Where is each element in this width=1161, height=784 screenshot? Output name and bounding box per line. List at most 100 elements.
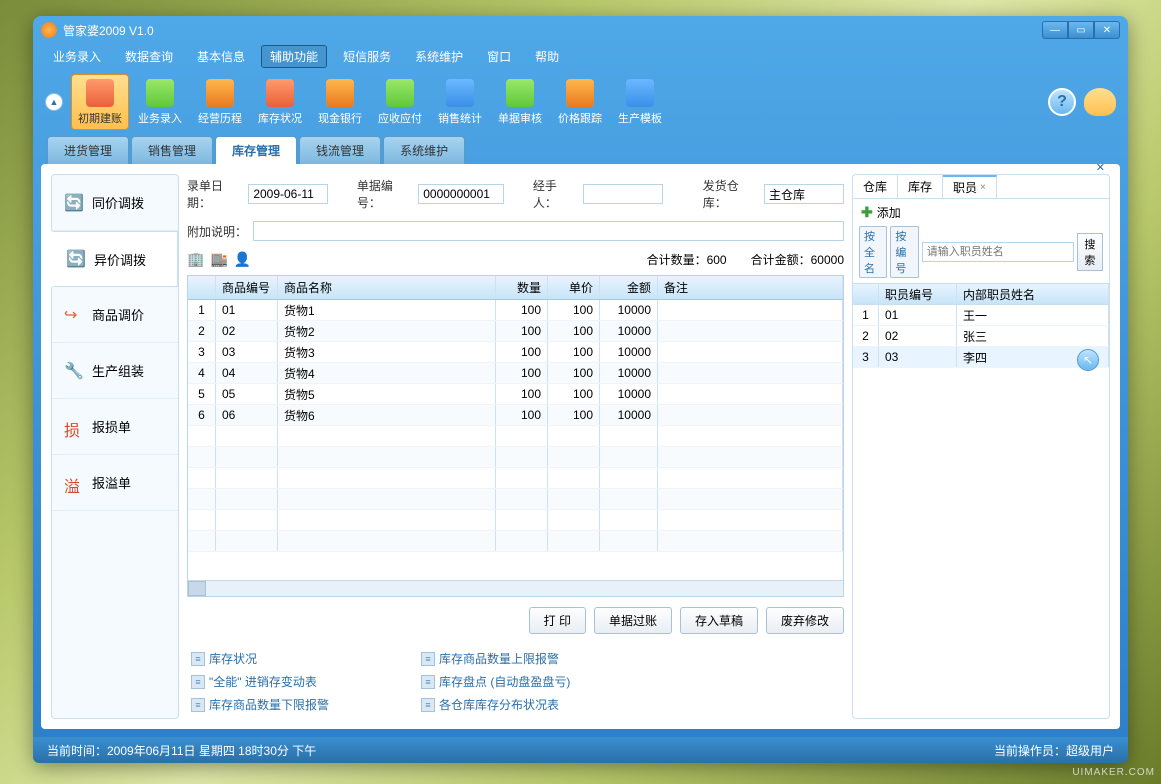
col-note[interactable]: 备注 bbox=[658, 276, 843, 299]
menu-3[interactable]: 辅助功能 bbox=[261, 45, 327, 68]
grid-row-empty[interactable] bbox=[188, 468, 843, 489]
menu-2[interactable]: 基本信息 bbox=[189, 46, 253, 67]
note-label: 附加说明： bbox=[187, 223, 247, 240]
sidebar-item-1[interactable]: 🔄异价调拨 bbox=[51, 231, 178, 287]
add-button[interactable]: ✚ 添加 bbox=[853, 199, 1109, 226]
grid-row[interactable]: 404货物410010010000 bbox=[188, 363, 843, 384]
toolbar-icon-7 bbox=[506, 79, 534, 107]
docno-input[interactable] bbox=[418, 184, 504, 204]
link-icon: ≡ bbox=[191, 698, 205, 712]
toolbar-collapse-icon[interactable]: ▲ bbox=[45, 93, 63, 111]
staff-row[interactable]: 303李四 bbox=[853, 347, 1109, 368]
link-2[interactable]: ≡"全能" 进销存变动表 bbox=[191, 673, 381, 690]
grid-row-empty[interactable] bbox=[188, 531, 843, 552]
toolbar-icon-2 bbox=[206, 79, 234, 107]
staff-row[interactable]: 202张三 bbox=[853, 326, 1109, 347]
grid-row[interactable]: 606货物610010010000 bbox=[188, 405, 843, 426]
menu-6[interactable]: 窗口 bbox=[479, 46, 519, 67]
right-tab-0[interactable]: 仓库 bbox=[853, 175, 898, 198]
right-tab-1[interactable]: 库存 bbox=[898, 175, 943, 198]
menu-5[interactable]: 系统维护 bbox=[407, 46, 471, 67]
col-price[interactable]: 单价 bbox=[548, 276, 600, 299]
col-amt[interactable]: 金额 bbox=[600, 276, 658, 299]
toolbar-5[interactable]: 应收应付 bbox=[371, 74, 429, 130]
tab-close-icon[interactable]: × bbox=[980, 182, 986, 193]
sidebar-item-4[interactable]: 损报损单 bbox=[52, 399, 178, 455]
toolbar-6[interactable]: 销售统计 bbox=[431, 74, 489, 130]
main-tab-4[interactable]: 系统维护 bbox=[383, 136, 465, 164]
sidebar-item-5[interactable]: 溢报溢单 bbox=[52, 455, 178, 511]
total-qty-value: 600 bbox=[707, 253, 727, 267]
person-icon[interactable]: 👤 bbox=[234, 251, 251, 268]
toolbar-1[interactable]: 业务录入 bbox=[131, 74, 189, 130]
handler-input[interactable] bbox=[583, 184, 663, 204]
rcol-name[interactable]: 内部职员姓名 bbox=[957, 284, 1109, 304]
toolbar-2[interactable]: 经营历程 bbox=[191, 74, 249, 130]
col-name[interactable]: 商品名称 bbox=[278, 276, 496, 299]
grid-row[interactable]: 505货物510010010000 bbox=[188, 384, 843, 405]
grid-hscroll[interactable] bbox=[188, 580, 843, 596]
date-input[interactable] bbox=[248, 184, 328, 204]
link-0[interactable]: ≡库存状况 bbox=[191, 650, 381, 667]
docno-label: 单据编号： bbox=[357, 177, 412, 211]
grid-header: 商品编号 商品名称 数量 单价 金额 备注 bbox=[188, 276, 843, 300]
date-label: 录单日期： bbox=[187, 177, 242, 211]
menu-4[interactable]: 短信服务 bbox=[335, 46, 399, 67]
link-4[interactable]: ≡库存商品数量下限报警 bbox=[191, 696, 381, 713]
sidebar-item-3[interactable]: 🔧生产组装 bbox=[52, 343, 178, 399]
link-5[interactable]: ≡各仓库库存分布状况表 bbox=[421, 696, 611, 713]
filter-code-button[interactable]: 按编号 bbox=[890, 226, 918, 278]
toolbar-9[interactable]: 生产模板 bbox=[611, 74, 669, 130]
filter-fullname-button[interactable]: 按全名 bbox=[859, 226, 887, 278]
col-index[interactable] bbox=[188, 276, 216, 299]
main-tab-1[interactable]: 销售管理 bbox=[131, 136, 213, 164]
warehouse-input[interactable] bbox=[764, 184, 844, 204]
toolbar-3[interactable]: 库存状况 bbox=[251, 74, 309, 130]
action-2[interactable]: 存入草稿 bbox=[680, 607, 758, 634]
menu-7[interactable]: 帮助 bbox=[527, 46, 567, 67]
rcol-code[interactable]: 职员编号 bbox=[879, 284, 957, 304]
building2-icon[interactable]: 🏬 bbox=[210, 251, 227, 268]
staff-search-input[interactable] bbox=[922, 242, 1074, 262]
main-tab-2[interactable]: 库存管理 bbox=[215, 136, 297, 164]
action-3[interactable]: 废弃修改 bbox=[766, 607, 844, 634]
grid-row-empty[interactable] bbox=[188, 447, 843, 468]
grid-row-empty[interactable] bbox=[188, 426, 843, 447]
link-1[interactable]: ≡库存商品数量上限报警 bbox=[421, 650, 611, 667]
minimize-button[interactable]: — bbox=[1042, 21, 1068, 39]
help-icon[interactable]: ? bbox=[1048, 88, 1076, 116]
action-1[interactable]: 单据过账 bbox=[594, 607, 672, 634]
link-3[interactable]: ≡库存盘点 (自动盘盈盘亏) bbox=[421, 673, 611, 690]
center-panel: 录单日期： 单据编号： 经手人： 发货仓库： 附加说明： 🏢 🏬 bbox=[187, 174, 844, 719]
menubar: 业务录入数据查询基本信息辅助功能短信服务系统维护窗口帮助 bbox=[33, 44, 1128, 68]
right-tab-2[interactable]: 职员 × bbox=[943, 175, 997, 198]
action-0[interactable]: 打 印 bbox=[529, 607, 586, 634]
grid-row[interactable]: 303货物310010010000 bbox=[188, 342, 843, 363]
titlebar[interactable]: 管家婆2009 V1.0 — ▭ ✕ bbox=[33, 16, 1128, 44]
toolbar-0[interactable]: 初期建账 bbox=[71, 74, 129, 130]
grid-row[interactable]: 101货物110010010000 bbox=[188, 300, 843, 321]
close-button[interactable]: ✕ bbox=[1094, 21, 1120, 39]
rcol-index[interactable] bbox=[853, 284, 879, 304]
note-input[interactable] bbox=[253, 221, 844, 241]
staff-row[interactable]: 101王一 bbox=[853, 305, 1109, 326]
toolbar-4[interactable]: 现金银行 bbox=[311, 74, 369, 130]
premium-icon[interactable] bbox=[1084, 88, 1116, 116]
menu-0[interactable]: 业务录入 bbox=[45, 46, 109, 67]
sidebar-item-2[interactable]: ↪商品调价 bbox=[52, 287, 178, 343]
grid-row[interactable]: 202货物210010010000 bbox=[188, 321, 843, 342]
main-tab-0[interactable]: 进货管理 bbox=[47, 136, 129, 164]
col-code[interactable]: 商品编号 bbox=[216, 276, 278, 299]
building1-icon[interactable]: 🏢 bbox=[187, 251, 204, 268]
panel-close-icon[interactable]: ✕ bbox=[1096, 164, 1105, 174]
col-qty[interactable]: 数量 bbox=[496, 276, 548, 299]
toolbar-7[interactable]: 单据审核 bbox=[491, 74, 549, 130]
search-button[interactable]: 搜索 bbox=[1077, 233, 1103, 271]
sidebar-item-0[interactable]: 🔄同价调拨 bbox=[52, 175, 178, 231]
grid-row-empty[interactable] bbox=[188, 489, 843, 510]
maximize-button[interactable]: ▭ bbox=[1068, 21, 1094, 39]
menu-1[interactable]: 数据查询 bbox=[117, 46, 181, 67]
grid-row-empty[interactable] bbox=[188, 510, 843, 531]
main-tab-3[interactable]: 钱流管理 bbox=[299, 136, 381, 164]
toolbar-8[interactable]: 价格跟踪 bbox=[551, 74, 609, 130]
